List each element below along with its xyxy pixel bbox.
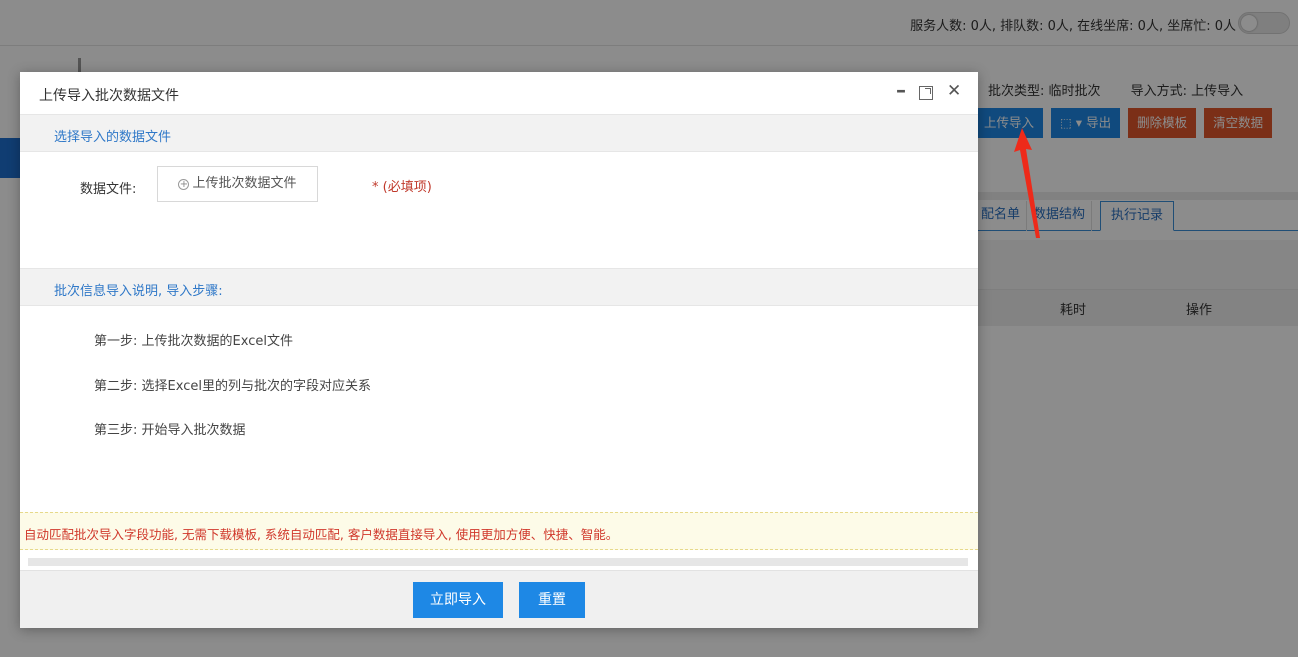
step-item-1: 第一步: 上传批次数据的Excel文件 (94, 334, 293, 349)
upload-dialog: 上传导入批次数据文件 – ✕ 选择导入的数据文件 数据文件: + 上传批次数据文件… (20, 72, 978, 628)
annotation-arrow-icon (1014, 128, 1040, 238)
required-hint: * (必填项) (372, 180, 432, 195)
plus-circle-icon: + (178, 179, 190, 190)
dialog-footer: 立即导入 重置 (20, 570, 978, 628)
instructions-section-header: 批次信息导入说明, 导入步骤: (20, 268, 978, 306)
section-title-select-file: 选择导入的数据文件 (54, 130, 172, 145)
dialog-title: 上传导入批次数据文件 (39, 88, 179, 104)
section-title-instructions: 批次信息导入说明, 导入步骤: (54, 284, 223, 299)
import-now-button[interactable]: 立即导入 (413, 582, 503, 618)
upload-file-button[interactable]: + 上传批次数据文件 (157, 166, 318, 202)
select-file-section-header: 选择导入的数据文件 (20, 114, 978, 152)
horizontal-scrollbar[interactable] (28, 558, 968, 566)
dialog-header: 上传导入批次数据文件 – ✕ (20, 72, 978, 114)
step-item-3: 第三步: 开始导入批次数据 (94, 423, 246, 438)
minimize-icon[interactable]: – (896, 78, 906, 102)
data-file-label: 数据文件: (80, 182, 137, 197)
notice-banner: 自动匹配批次导入字段功能, 无需下载模板, 系统自动匹配, 客户数据直接导入, … (20, 512, 978, 550)
upload-file-label: 上传批次数据文件 (192, 176, 297, 191)
maximize-icon[interactable] (919, 86, 933, 100)
step-item-2: 第二步: 选择Excel里的列与批次的字段对应关系 (94, 379, 371, 394)
close-icon[interactable]: ✕ (947, 81, 961, 101)
notice-text: 自动匹配批次导入字段功能, 无需下载模板, 系统自动匹配, 客户数据直接导入, … (24, 527, 619, 542)
reset-button[interactable]: 重置 (519, 582, 585, 618)
